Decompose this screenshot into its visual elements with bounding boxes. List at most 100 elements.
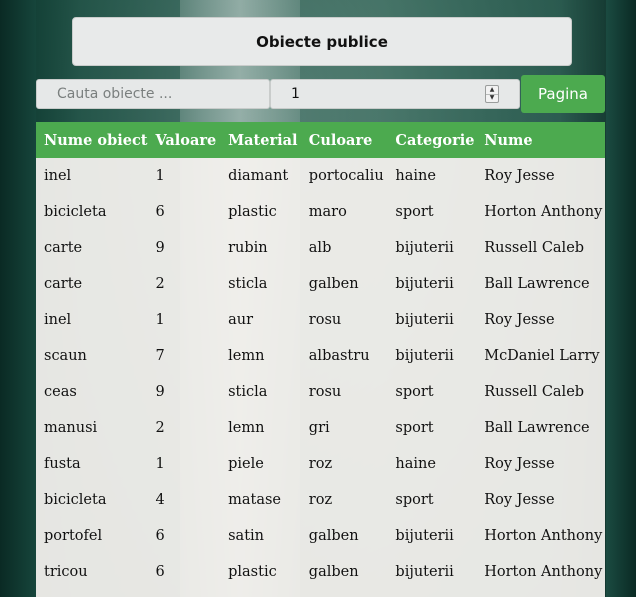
cell-object-name: ceas — [44, 384, 77, 400]
cell-object-name: carte — [44, 240, 83, 256]
cell-color: galben — [308, 276, 359, 292]
cell-color: roz — [308, 492, 333, 508]
column-header-color: Culoare — [308, 131, 373, 149]
background-pillar-right — [606, 0, 636, 597]
table-row[interactable]: carte 9 rubin alb bijuterii Russell Caleb — [36, 230, 605, 266]
table-header-row: Nume obiect Valoare Material Culoare Cat… — [36, 122, 605, 158]
cell-material: diamant — [228, 168, 289, 184]
cell-object-name: tricou — [44, 564, 88, 580]
cell-material: satin — [228, 528, 264, 544]
triangle-down-icon[interactable]: ▼ — [486, 95, 498, 103]
cell-object-name: portofel — [44, 528, 103, 544]
cell-material: plastic — [228, 564, 277, 580]
table-row[interactable]: portofel 6 satin galben bijuterii Horton Anth… — [36, 518, 605, 554]
column-header-object-name: Nume obiect — [44, 131, 148, 149]
cell-category: sport — [395, 492, 434, 508]
cell-owner-name: Roy Jesse — [484, 312, 555, 328]
column-header-category: Categorie — [395, 131, 475, 149]
table-row[interactable]: bicicleta 4 matase roz sport Roy Jesse — [36, 482, 605, 518]
table-body: inel 1 diamant portocaliu haine Roy Jesse bici… — [36, 158, 605, 590]
cell-owner-name: Ball Lawrence — [484, 276, 590, 292]
cell-material: rubin — [228, 240, 268, 256]
cell-object-name: fusta — [44, 456, 81, 472]
cell-object-name: bicicleta — [44, 204, 107, 220]
cell-material: lemn — [228, 420, 265, 436]
column-header-owner-name: Nume — [484, 131, 533, 149]
cell-color: rosu — [308, 384, 342, 400]
cell-color: rosu — [308, 312, 342, 328]
cell-color: alb — [308, 240, 332, 256]
cell-owner-name: Russell Caleb — [484, 240, 585, 256]
cell-color: galben — [308, 528, 359, 544]
cell-value: 2 — [155, 276, 165, 292]
cell-object-name: carte — [44, 276, 83, 292]
cell-owner-name: Horton Anthony — [484, 204, 603, 220]
cell-value: 7 — [155, 348, 165, 364]
cell-object-name: inel — [44, 312, 72, 328]
cell-category: sport — [395, 420, 434, 436]
cell-value: 9 — [155, 240, 165, 256]
table-row[interactable]: inel 1 aur rosu bijuterii Roy Jesse — [36, 302, 605, 338]
cell-color: roz — [308, 456, 333, 472]
cell-owner-name: Roy Jesse — [484, 456, 555, 472]
table-row[interactable]: ceas 9 sticla rosu sport Russell Caleb — [36, 374, 605, 410]
cell-category: bijuterii — [395, 564, 454, 580]
public-objects-button[interactable]: Obiecte publice — [72, 17, 572, 66]
search-input[interactable] — [36, 79, 270, 109]
cell-material: sticla — [228, 384, 268, 400]
cell-value: 1 — [155, 168, 165, 184]
cell-color: portocaliu — [308, 168, 384, 184]
cell-category: haine — [395, 456, 436, 472]
triangle-up-icon[interactable]: ▲ — [486, 86, 498, 95]
cell-category: sport — [395, 384, 434, 400]
objects-table-container: Nume obiect Valoare Material Culoare Cat… — [36, 122, 605, 597]
table-row[interactable]: inel 1 diamant portocaliu haine Roy Jesse — [36, 158, 605, 194]
table-row[interactable]: manusi 2 lemn gri sport Ball Lawrence — [36, 410, 605, 446]
cell-owner-name: Roy Jesse — [484, 168, 555, 184]
cell-category: bijuterii — [395, 276, 454, 292]
cell-category: bijuterii — [395, 240, 454, 256]
cell-owner-name: Russell Caleb — [484, 384, 585, 400]
cell-color: maro — [308, 204, 347, 220]
cell-material: aur — [228, 312, 254, 328]
cell-value: 1 — [155, 456, 165, 472]
cell-value: 6 — [155, 204, 165, 220]
cell-object-name: bicicleta — [44, 492, 107, 508]
page-button[interactable]: Pagina — [521, 75, 605, 113]
cell-owner-name: Horton Anthony — [484, 528, 603, 544]
cell-owner-name: McDaniel Larry — [484, 348, 600, 364]
cell-color: gri — [308, 420, 330, 436]
cell-value: 6 — [155, 528, 165, 544]
cell-object-name: scaun — [44, 348, 87, 364]
cell-owner-name: Horton Anthony — [484, 564, 603, 580]
table-row[interactable]: fusta 1 piele roz haine Roy Jesse — [36, 446, 605, 482]
cell-value: 9 — [155, 384, 165, 400]
cell-category: sport — [395, 204, 434, 220]
cell-material: matase — [228, 492, 281, 508]
cell-value: 4 — [155, 492, 165, 508]
cell-category: haine — [395, 168, 436, 184]
cell-material: plastic — [228, 204, 277, 220]
cell-object-name: inel — [44, 168, 72, 184]
cell-material: lemn — [228, 348, 265, 364]
cell-object-name: manusi — [44, 420, 98, 436]
table-row[interactable]: tricou 6 plastic galben bijuterii Horton Anth… — [36, 554, 605, 590]
page-number-input[interactable]: 1 ▲ ▼ — [270, 79, 520, 109]
cell-value: 1 — [155, 312, 165, 328]
table-row[interactable]: scaun 7 lemn albastru bijuterii McDaniel Larr… — [36, 338, 605, 374]
cell-category: bijuterii — [395, 528, 454, 544]
cell-material: sticla — [228, 276, 268, 292]
column-header-value: Valoare — [155, 131, 217, 149]
cell-category: bijuterii — [395, 348, 454, 364]
table-row[interactable]: bicicleta 6 plastic maro sport Horton Anthony — [36, 194, 605, 230]
table-row[interactable]: carte 2 sticla galben bijuterii Ball Lawrence — [36, 266, 605, 302]
page-number-value: 1 — [291, 86, 300, 102]
background-pillar-left — [0, 0, 36, 597]
cell-owner-name: Ball Lawrence — [484, 420, 590, 436]
cell-category: bijuterii — [395, 312, 454, 328]
cell-value: 2 — [155, 420, 165, 436]
objects-table: Nume obiect Valoare Material Culoare Cat… — [36, 122, 605, 590]
cell-owner-name: Roy Jesse — [484, 492, 555, 508]
cell-value: 6 — [155, 564, 165, 580]
page-number-spinner[interactable]: ▲ ▼ — [485, 85, 499, 103]
